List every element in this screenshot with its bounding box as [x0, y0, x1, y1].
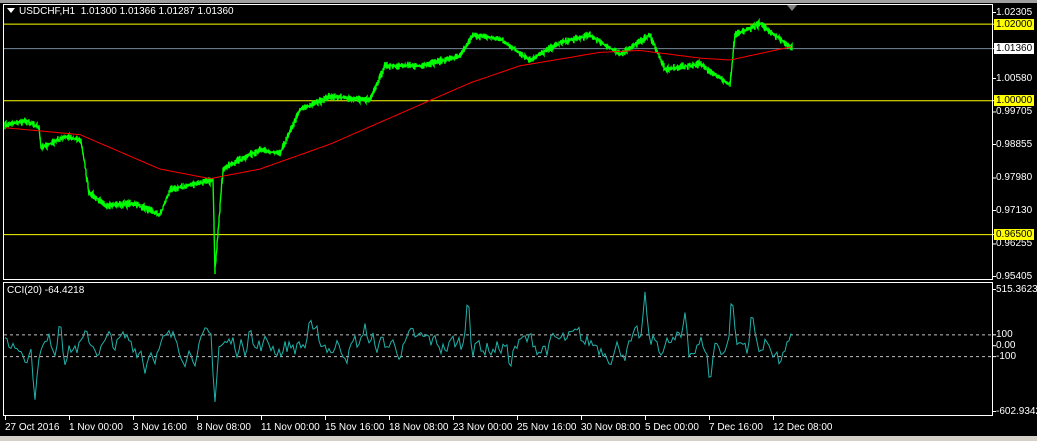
price-axis-label: 0.97130: [996, 205, 1033, 216]
symbol-label: USDCHF,H1: [19, 6, 76, 17]
cci-series-line: [4, 291, 792, 403]
time-axis-label: 1 Nov 00:00: [69, 422, 123, 433]
price-series-line: [4, 17, 793, 275]
current-price-label: 1.01360: [994, 43, 1035, 55]
level-price-label: 0.96500: [994, 229, 1035, 241]
cci-axis-label: 0.00: [996, 340, 1016, 352]
level-price-label: 1.02000: [994, 18, 1035, 30]
price-axis-label: 0.96255: [996, 238, 1033, 250]
cci-axis-label: -100: [996, 351, 1017, 363]
price-axis-label: 1.00580: [996, 73, 1033, 84]
time-axis-label: 15 Nov 16:00: [325, 422, 385, 433]
cci-axis-label: -602.9342: [996, 406, 1037, 417]
ohlc-quote: 1.01300 1.01366 1.01287 1.01360: [80, 6, 234, 17]
window-bottom-border: [0, 436, 1037, 441]
price-axis-label: 0.98855: [996, 139, 1033, 150]
time-axis-label: 23 Nov 00:00: [453, 422, 513, 433]
time-axis-label: 8 Nov 08:00: [197, 422, 251, 433]
time-axis-label: 7 Dec 16:00: [709, 422, 763, 433]
price-pane-frame: [3, 4, 993, 280]
price-axis-label: 0.99705: [996, 106, 1033, 118]
cci-pane-frame: [3, 282, 993, 416]
time-axis-label: 30 Nov 08:00: [581, 422, 641, 433]
price-axis-label: 0.95405: [996, 271, 1033, 282]
time-axis-label: 18 Nov 08:00: [389, 422, 449, 433]
level-price-label: 1.00000: [994, 95, 1035, 107]
time-axis-label: 12 Dec 08:00: [773, 422, 833, 433]
cci-indicator-label: CCI(20) -64.4218: [7, 285, 85, 296]
time-axis-label: 3 Nov 16:00: [133, 422, 187, 433]
cci-axis-label: 515.3623: [996, 284, 1037, 295]
time-axis-label: 25 Nov 16:00: [517, 422, 577, 433]
chart-shift-marker-icon[interactable]: [787, 5, 797, 11]
dropdown-triangle-icon[interactable]: [7, 8, 15, 13]
cci-axis-label: 100: [996, 329, 1013, 341]
time-axis-label: 11 Nov 00:00: [261, 422, 320, 433]
time-axis-label: 27 Oct 2016: [5, 422, 60, 433]
chart-canvas[interactable]: [0, 0, 1037, 441]
price-axis-label: 1.02305: [996, 7, 1033, 18]
time-axis-label: 5 Dec 00:00: [645, 422, 699, 433]
price-axis-label: 0.97980: [996, 172, 1033, 184]
chart-title: USDCHF,H1 1.01300 1.01366 1.01287 1.0136…: [7, 6, 234, 17]
